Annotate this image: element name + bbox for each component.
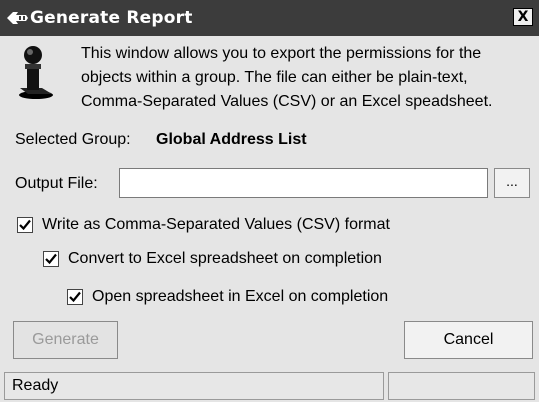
csv-checkbox[interactable] <box>17 217 33 233</box>
output-file-label: Output File: <box>15 175 98 192</box>
generate-button[interactable]: Generate <box>13 321 118 359</box>
user-figure-icon <box>19 46 53 99</box>
status-text: Ready <box>4 372 384 400</box>
csv-option[interactable]: Write as Comma-Separated Values (CSV) fo… <box>17 216 390 234</box>
window-title: Generate Report <box>30 8 193 28</box>
open-excel-option-label: Open spreadsheet in Excel on completion <box>92 288 389 305</box>
cancel-button[interactable]: Cancel <box>404 321 533 359</box>
excel-checkbox[interactable] <box>43 251 59 267</box>
checkmark-icon <box>45 253 57 265</box>
checkmark-icon <box>69 291 81 303</box>
open-excel-option[interactable]: Open spreadsheet in Excel on completion <box>67 288 388 306</box>
key-icon <box>7 12 28 24</box>
excel-option[interactable]: Convert to Excel spreadsheet on completi… <box>43 250 382 268</box>
output-file-input[interactable] <box>119 168 488 198</box>
description-line: Comma-Separated Values (CSV) or an Excel… <box>81 93 493 110</box>
selected-group-label: Selected Group: <box>15 131 131 148</box>
csv-option-label: Write as Comma-Separated Values (CSV) fo… <box>42 216 390 233</box>
description-line: objects within a group. The file can eit… <box>81 69 468 86</box>
description: This window allows you to export the per… <box>81 42 531 114</box>
browse-button[interactable]: ... <box>494 168 530 198</box>
description-line: This window allows you to export the per… <box>81 45 482 62</box>
selected-group-value: Global Address List <box>156 131 307 148</box>
title-bar: Generate Report X <box>0 0 539 36</box>
checkmark-icon <box>19 219 31 231</box>
status-panel <box>388 372 535 400</box>
excel-option-label: Convert to Excel spreadsheet on completi… <box>68 250 382 267</box>
open-excel-checkbox[interactable] <box>67 289 83 305</box>
close-button[interactable]: X <box>513 8 533 26</box>
